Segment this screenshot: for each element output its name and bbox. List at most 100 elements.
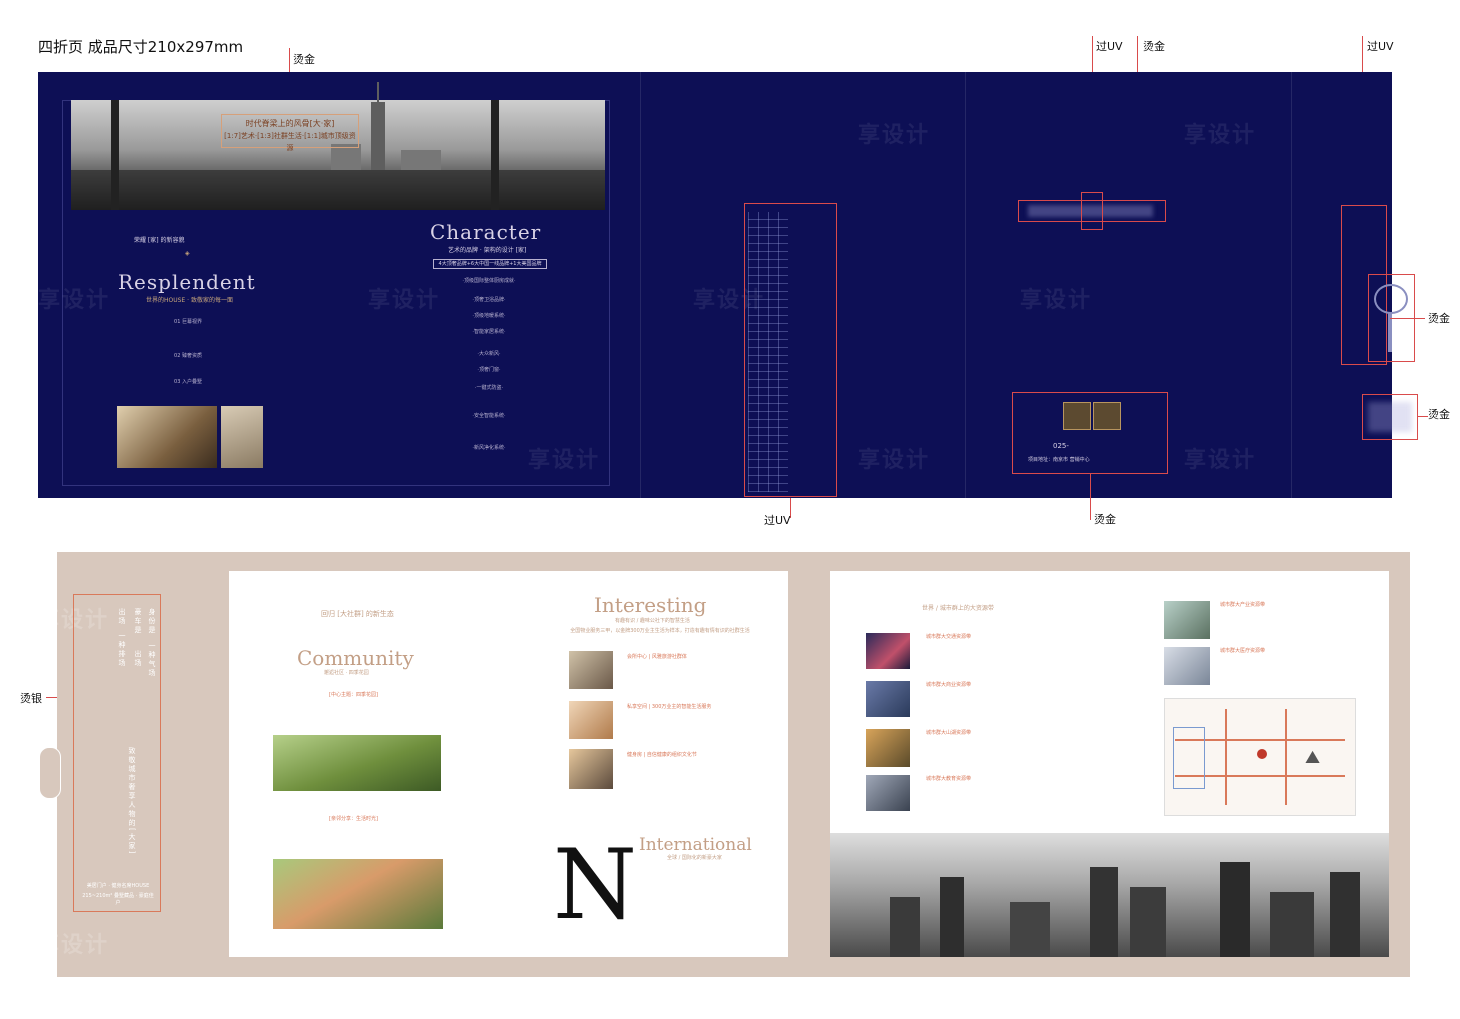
inner-sheet-beige: 享设计 享设计 出场 豪车是 一种排场 出场 身份是 一种气场 致敬城市奢享人物…	[37, 552, 1410, 977]
interesting-item: 健身房 | 自信健康的组织文化节	[627, 752, 697, 758]
watermark: 享设计	[1184, 123, 1257, 148]
watermark: 享设计	[1184, 448, 1257, 473]
industry-photo	[1164, 601, 1210, 639]
note-uv-1: 过UV	[1096, 40, 1123, 53]
building-shape	[401, 150, 441, 172]
contact-phone: 025-	[1053, 442, 1069, 450]
traffic-photo	[866, 633, 910, 669]
location-map: ⛰	[1164, 698, 1356, 816]
character-line: ·顶奢卫浴品牌·	[472, 297, 506, 303]
community-kicker: 回归 [大社群] 的新生态	[321, 610, 394, 618]
note-hot-gold-4: 烫金	[1428, 408, 1450, 421]
window-frame	[491, 100, 499, 210]
cover-vertical-line: 出场	[118, 608, 126, 626]
callout-line	[1390, 318, 1425, 319]
skyline-building	[1090, 867, 1118, 957]
cover-foot-2: 215~210m² 叠墅藏品 · 豪庭佳户	[82, 893, 154, 906]
stair-photo	[221, 406, 263, 468]
die-cut-tab	[39, 747, 61, 799]
character-line: ·新风净化系统·	[472, 445, 506, 451]
international-title: International	[639, 835, 752, 855]
gold-seal-icon	[1063, 402, 1091, 430]
community-section-1: [中心主题：四季花园]	[329, 692, 378, 698]
note-hot-silver: 烫银	[20, 692, 42, 705]
blurred-stamp	[1368, 402, 1412, 432]
city-skyline-photo	[830, 833, 1389, 957]
resplendent-subtitle: 世界的HOUSE · 致敬家的每一面	[146, 297, 233, 304]
note-hot-gold-5: 烫金	[1094, 513, 1116, 526]
resources-item: 城市群大交通资源带	[926, 634, 972, 640]
character-line: ·智能家居系统·	[472, 329, 506, 335]
map-road	[1225, 709, 1227, 805]
fold-line	[640, 72, 641, 498]
cover-vertical-line: 身份是	[148, 608, 156, 635]
key-emblem-icon	[1374, 284, 1408, 314]
skyline-building	[1220, 862, 1250, 957]
character-line: ·大众新风·	[477, 351, 501, 357]
inner-panel-community: 回归 [大社群] 的新生态 Community 邂逅社区 · 四季花园 [中心主…	[229, 571, 788, 957]
character-line: ·安全智能系统·	[472, 413, 506, 419]
character-line: ·顶奢门窗·	[477, 367, 501, 373]
tagline-title: 时代脊梁上的风骨[大·家]	[245, 119, 335, 128]
skyline-building	[940, 877, 964, 957]
skyline-building	[1130, 887, 1166, 957]
international-subtitle: 全球 / 国际化的新豪大家	[667, 855, 722, 861]
commercial-photo	[866, 681, 910, 717]
window-frame	[111, 100, 119, 210]
cover-slogan: 致敬城市奢享人物的[大家]	[128, 747, 136, 856]
note-uv-3: 过UV	[764, 514, 791, 527]
cover-vertical-line: 出场	[134, 650, 142, 668]
callout-line	[1090, 474, 1091, 520]
resplendent-kicker: 荣耀 [家] 的新容貌	[134, 237, 185, 244]
callout-line	[1418, 416, 1428, 417]
map-road	[1285, 709, 1287, 805]
note-hot-gold-3: 烫金	[1428, 312, 1450, 325]
resources-item: 城市群大山湖资源带	[926, 730, 972, 736]
resources-right-item: 城市群大医疗资源带	[1220, 648, 1266, 654]
watermark: 享设计	[38, 288, 111, 313]
lake-photo	[866, 729, 910, 767]
character-title: Character	[430, 220, 542, 244]
interesting-subtitle: 有趣有识 / 趣味公社下的智慧生活	[615, 618, 690, 624]
character-subtitle: 艺术的品牌 · 架构的设计 [家]	[448, 247, 527, 254]
tagline-box: 时代脊梁上的风骨[大·家] [1:7]艺术·[1:3]社群生活·[1:1]城市顶…	[221, 114, 359, 152]
community-subtitle: 邂逅社区 · 四季花园	[324, 670, 369, 676]
mountain-icon: ⛰	[1305, 747, 1321, 768]
tower-line-art	[748, 212, 788, 492]
resplendent-item: 03 入户叠墅	[174, 379, 202, 385]
character-line: ·顶级国际整体厨房成就·	[462, 278, 516, 284]
watermark: 享设计	[37, 933, 110, 958]
contact-address: 项目地址：南京市 营销中心	[1028, 457, 1090, 463]
cover-foot-1: 美居门户 · 健身名席HOUSE	[86, 883, 150, 889]
garden-photo-2	[273, 859, 443, 929]
interesting-item: 会所中心 | 风雅旅游社群体	[627, 654, 687, 660]
community-section-2: [亲邻分享：生活时光]	[329, 816, 378, 822]
note-uv-2: 过UV	[1367, 40, 1394, 53]
resplendent-title: Resplendent	[118, 270, 256, 294]
interesting-item: 私享空间 | 300万业主的智能生活服务	[627, 704, 712, 710]
cover-vertical-line: 豪车是	[134, 608, 142, 635]
tagline-sub: [1:7]艺术·[1:3]社群生活·[1:1]城市顶级资源	[224, 132, 356, 152]
garden-photo-1	[273, 735, 441, 791]
outer-sheet-navy: 享设计 享设计 享设计 享设计 享设计 享设计 享设计 享设计 享设计 时代脊梁…	[38, 72, 1418, 498]
gold-seal-icon	[1093, 402, 1121, 430]
ornament-icon: ◈	[185, 250, 190, 257]
interesting-photo-3	[569, 749, 613, 789]
hospital-photo	[1164, 647, 1210, 685]
fold-line	[965, 72, 966, 498]
resources-item: 城市群大教育资源带	[926, 776, 972, 782]
resplendent-item: 02 臻奢资质	[174, 353, 202, 359]
watermark: 享设计	[1020, 288, 1093, 313]
note-hot-gold-1: 烫金	[293, 53, 315, 66]
skyline-building	[890, 897, 920, 957]
character-line: ·顶级地暖系统·	[472, 313, 506, 319]
cover-vertical-line: 一种气场	[148, 642, 156, 678]
resplendent-item: 01 巨幕视界	[174, 319, 202, 325]
interesting-title: Interesting	[594, 593, 707, 617]
character-line: ·一键式防盗·	[474, 385, 504, 391]
uv-mark-box	[1081, 192, 1103, 230]
resources-kicker: 世界 / 城市群上的大资源带	[922, 605, 994, 612]
inner-panel-resources: 世界 / 城市群上的大资源带 城市群大交通资源带 城市群大商业资源带 城市群大山…	[830, 571, 1389, 957]
cover-vertical-line: 一种排场	[118, 632, 126, 668]
interesting-subtitle-2: 全国物业服务三甲，以金牌300万业主生活为样本，打造有趣有情有识的社群生活	[570, 628, 750, 634]
